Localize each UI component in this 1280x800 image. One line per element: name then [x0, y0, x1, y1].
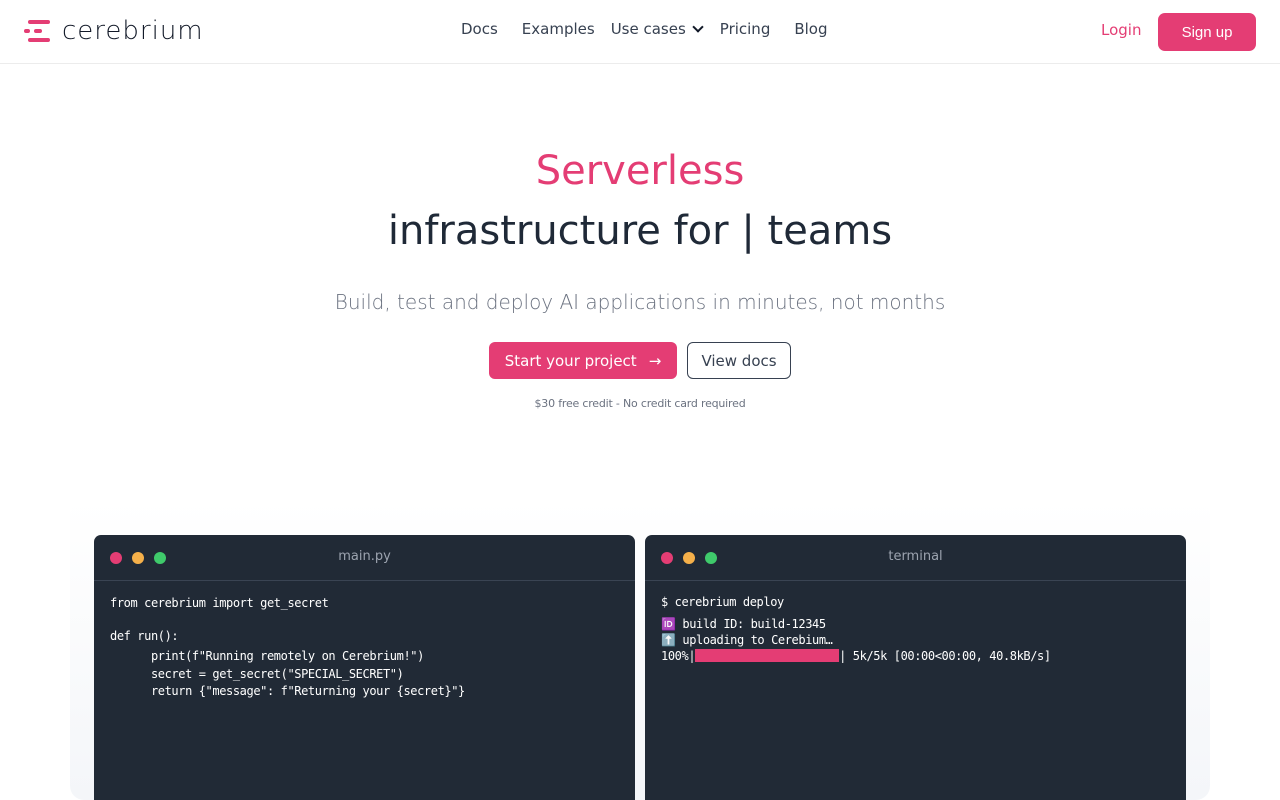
start-project-label: Start your project [504, 351, 637, 370]
nav-link-use-cases-label: Use cases [610, 20, 686, 38]
terminal-build-line: 🆔 build ID: build-12345 [661, 617, 826, 631]
view-docs-button[interactable]: View docs [687, 342, 791, 379]
code-line: print(f"Running remotely on Cerebrium!") [110, 649, 424, 663]
nav-links: Docs Examples Use cases Pricing Blog [461, 20, 828, 38]
code-editor-window: main.py from cerebrium import get_secret… [94, 535, 635, 800]
progress-bar-fill [695, 649, 840, 662]
logo-text: cerebrium [62, 16, 204, 46]
top-navbar: cerebrium Docs Examples Use cases Pricin… [0, 0, 1280, 64]
nav-link-examples[interactable]: Examples [522, 20, 595, 38]
terminal-command: $ cerebrium deploy [661, 595, 784, 609]
hero-accent-heading: Serverless [535, 148, 745, 194]
chevron-down-icon [692, 21, 704, 33]
nav-link-blog[interactable]: Blog [794, 20, 827, 38]
login-link[interactable]: Login [1101, 21, 1141, 39]
code-line: secret = get_secret("SPECIAL_SECRET") [110, 667, 404, 681]
terminal-title: terminal [888, 549, 943, 564]
hero-subtitle: Build, test and deploy AI applications i… [334, 290, 946, 314]
nav-link-use-cases[interactable]: Use cases [610, 20, 704, 38]
terminal-upload-line: ⬆️ uploading to Cerebium… [661, 633, 833, 647]
cta-row: Start your project → View docs [0, 342, 1280, 379]
credit-note: $30 free credit - No credit card require… [534, 397, 746, 410]
code-line: def run(): [110, 629, 179, 643]
progress-stats: 5k/5k [00:00<00:00, 40.8kB/s] [852, 649, 1051, 663]
code-line: from cerebrium import get_secret [110, 596, 329, 610]
nav-link-docs[interactable]: Docs [461, 20, 498, 38]
editor-filename: main.py [338, 549, 391, 564]
code-line: return {"message": f"Returning your {sec… [110, 684, 465, 698]
cerebrium-logo-icon [24, 17, 52, 45]
nav-link-pricing[interactable]: Pricing [720, 20, 771, 38]
hero-title: infrastructure for | teams [387, 208, 893, 254]
terminal-window: terminal $ cerebrium deploy 🆔 build ID: … [645, 535, 1186, 800]
terminal-titlebar: terminal [645, 535, 1186, 581]
terminal-progress-line: 100%| | 5k/5k [00:00<00:00, 40.8kB/s] [661, 649, 1051, 663]
start-project-button[interactable]: Start your project → [489, 342, 677, 379]
signup-button[interactable]: Sign up [1158, 13, 1256, 51]
editor-titlebar: main.py [94, 535, 635, 581]
logo[interactable]: cerebrium [24, 14, 204, 48]
progress-percent: 100% [661, 649, 689, 663]
arrow-right-icon: → [648, 351, 662, 370]
